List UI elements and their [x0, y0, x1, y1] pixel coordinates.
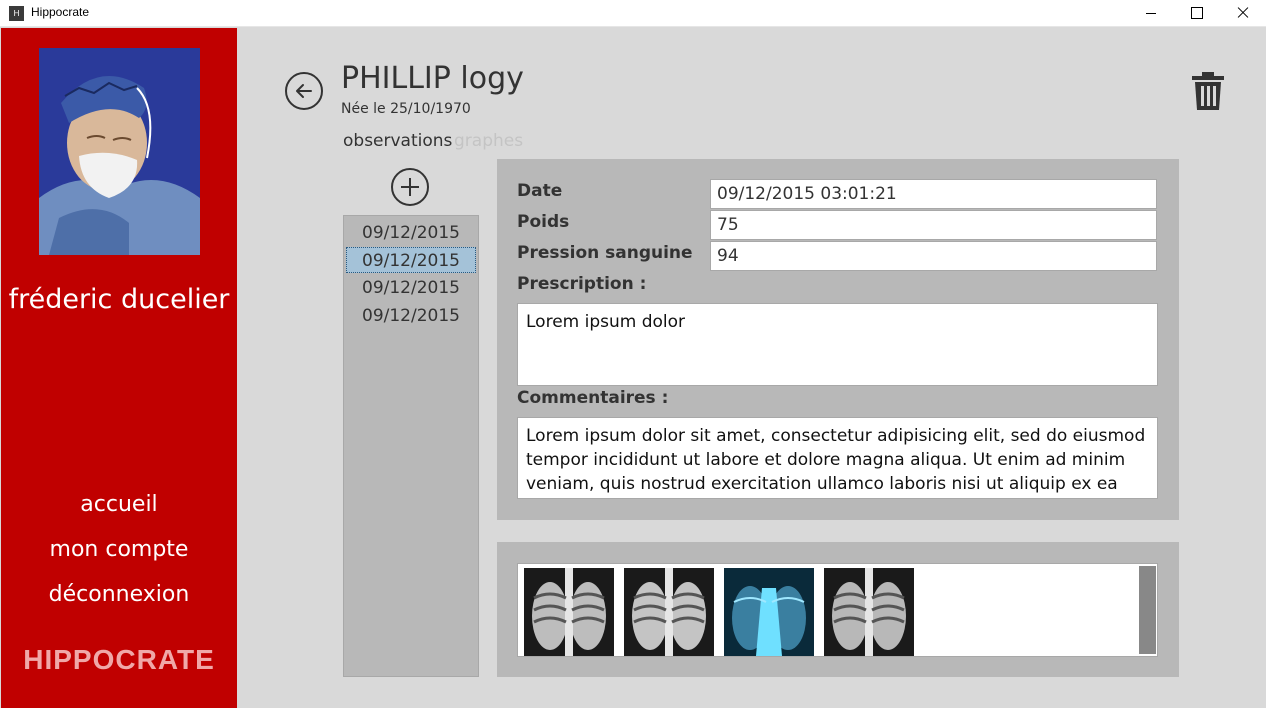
list-item[interactable]: 09/12/2015 [346, 303, 476, 329]
commentaires-label: Commentaires : [517, 388, 669, 408]
app-icon: H [9, 6, 24, 21]
observation-form: Date 09/12/2015 03:01:21 Poids 75 Pressi… [497, 159, 1179, 520]
minimize-button[interactable] [1128, 0, 1174, 27]
maximize-button[interactable] [1174, 0, 1220, 27]
list-item-selected[interactable]: 09/12/2015 [346, 247, 476, 273]
back-button[interactable] [285, 72, 323, 110]
prescription-field[interactable]: Lorem ipsum dolor [517, 303, 1158, 386]
observation-date-list[interactable]: 09/12/2015 09/12/2015 09/12/2015 09/12/2… [343, 215, 479, 677]
user-name: fréderic ducelier [8, 284, 230, 315]
pression-field[interactable]: 94 [710, 241, 1157, 271]
delete-button[interactable] [1188, 70, 1228, 112]
sidebar: fréderic ducelier accueil mon compte déc… [1, 28, 237, 708]
add-observation-button[interactable] [391, 168, 429, 206]
nav-mon-compte[interactable]: mon compte [1, 537, 237, 562]
list-item[interactable]: 09/12/2015 [346, 275, 476, 301]
poids-field[interactable]: 75 [710, 210, 1157, 240]
nav-deconnexion[interactable]: déconnexion [1, 582, 237, 607]
surgeon-illustration [39, 48, 200, 255]
xray-thumbnail [624, 568, 714, 656]
patient-name: PHILLIP logy [341, 61, 524, 96]
xray-image[interactable] [524, 568, 614, 656]
commentaires-field[interactable]: Lorem ipsum dolor sit amet, consectetur … [517, 417, 1158, 499]
pression-label: Pression sanguine [517, 243, 693, 263]
window-title: Hippocrate [31, 5, 90, 19]
xray-image[interactable] [824, 568, 914, 656]
image-strip[interactable] [517, 563, 1158, 657]
patient-birthdate: Née le 25/10/1970 [341, 101, 471, 117]
title-bar: H Hippocrate [0, 0, 1266, 27]
tab-observations[interactable]: observations [343, 131, 452, 151]
list-item[interactable]: 09/12/2015 [346, 220, 476, 246]
date-field[interactable]: 09/12/2015 03:01:21 [710, 179, 1157, 209]
tab-graphes[interactable]: graphes [454, 131, 523, 151]
nav-accueil[interactable]: accueil [1, 492, 237, 517]
xray-image[interactable] [624, 568, 714, 656]
prescription-label: Prescription : [517, 274, 647, 294]
xray-thumbnail-blue [724, 568, 814, 656]
close-button[interactable] [1220, 0, 1266, 27]
xray-thumbnail [524, 568, 614, 656]
back-arrow-icon [296, 84, 312, 98]
date-label: Date [517, 181, 563, 201]
poids-label: Poids [517, 212, 570, 232]
trash-icon [1192, 72, 1224, 110]
image-panel [497, 542, 1179, 677]
brand-logo: HIPPOCRATE [23, 644, 215, 675]
xray-thumbnail [824, 568, 914, 656]
xray-image-blue[interactable] [724, 568, 814, 656]
avatar [39, 48, 200, 255]
image-scrollbar[interactable] [1139, 566, 1156, 654]
